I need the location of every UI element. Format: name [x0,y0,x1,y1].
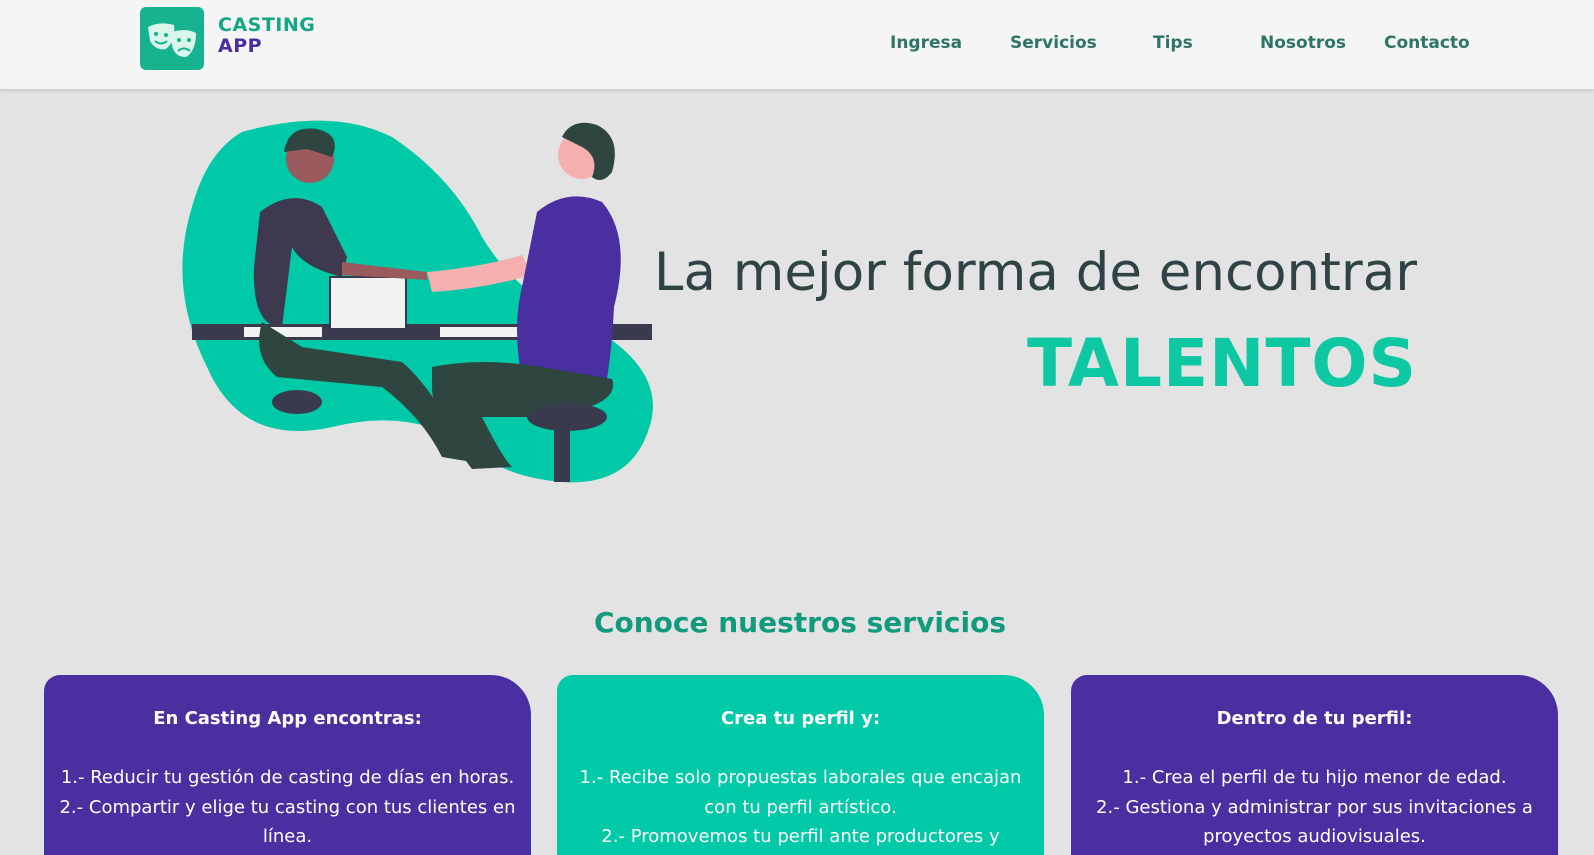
service-card-title: En Casting App encontras: [153,708,422,729]
service-card-item: 2.- Promovemos tu perfil ante productore… [601,826,1000,847]
nav-link-ingresa[interactable]: Ingresa [890,33,962,53]
logo-line2: APP [218,35,263,57]
service-card-item: 1.- Recibe solo propuestas laborales que… [579,767,1022,818]
logo-icon[interactable] [140,7,204,70]
navbar: CASTING APP Ingresa Servicios Tips Nosot… [0,0,1594,89]
logo-text[interactable]: CASTING APP [218,15,315,57]
theater-masks-icon [148,23,196,57]
services-title: Conoce nuestros servicios [593,606,1007,639]
service-card-1: En Casting App encontras: 1.- Reducir tu… [44,675,531,855]
hero-heading: La mejor forma de encontrar [653,242,1417,303]
service-card-item: 2.- Compartir y elige tu casting con tus… [59,796,516,848]
service-card-item: 1.- Crea el perfil de tu hijo menor de e… [1122,767,1507,788]
service-card-title: Dentro de tu perfil: [1216,708,1413,729]
nav-link-contacto[interactable]: Contacto [1384,33,1470,53]
service-card-item: 1.- Reducir tu gestión de casting de día… [60,767,515,788]
hero-illustration [182,117,672,489]
nav-link-servicios[interactable]: Servicios [1010,33,1097,53]
nav-link-nosotros[interactable]: Nosotros [1260,33,1346,53]
service-card-2: Crea tu perfil y: 1.- Recibe solo propue… [557,675,1044,855]
logo-line1: CASTING [218,14,316,36]
service-card-item: 2.- Gestiona y administrar por sus invit… [1096,796,1533,848]
nav-link-tips[interactable]: Tips [1153,33,1193,53]
service-card-3: Dentro de tu perfil: 1.- Crea el perfil … [1071,675,1558,855]
service-card-title: Crea tu perfil y: [720,708,881,729]
hero-highlight: TALENTOS [1026,325,1417,402]
